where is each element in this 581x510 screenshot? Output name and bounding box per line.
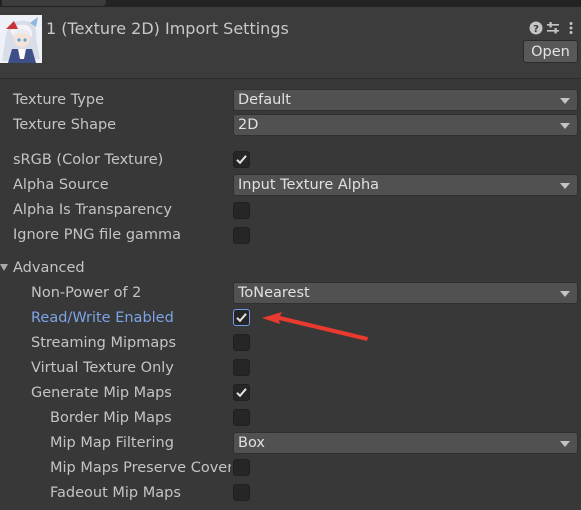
annotation-arrow xyxy=(262,312,368,341)
